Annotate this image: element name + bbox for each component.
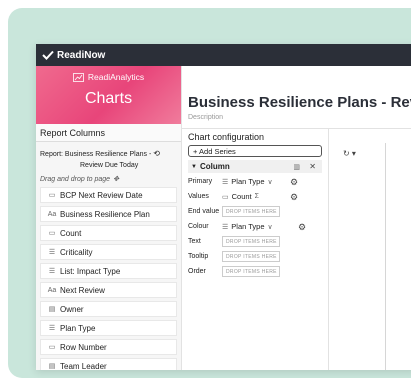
report-column-label: List: Impact Type [60, 266, 121, 276]
report-column-label: Plan Type [60, 323, 96, 333]
list-icon: ☰ [48, 325, 56, 332]
sum-icon[interactable]: Σ [255, 193, 259, 200]
end-value-drop-zone[interactable]: DROP ITEMS HERE [222, 206, 280, 217]
calendar-icon: ▭ [48, 192, 56, 199]
banner-subtitle-text: ReadiAnalytics [87, 72, 145, 82]
series-header[interactable]: ▼ Column ▥ ✕ [188, 160, 322, 173]
collapse-icon[interactable]: ▼ [191, 164, 197, 170]
tooltip-row: Tooltip DROP ITEMS HERE [188, 250, 328, 265]
number-icon: ▭ [48, 230, 56, 237]
list-icon: ☰ [48, 249, 56, 256]
primary-chip[interactable]: ☰ Plan Type ∨ [222, 176, 273, 187]
primary-row: Primary ☰ Plan Type ∨ ⚙ [188, 175, 328, 190]
number-icon: ▭ [222, 193, 229, 201]
tooltip-label: Tooltip [188, 253, 209, 260]
list-icon: ☰ [222, 223, 229, 231]
end-value-row: End value DROP ITEMS HERE [188, 205, 328, 220]
colour-chip[interactable]: ☰ Plan Type ∨ [222, 221, 273, 232]
gear-icon[interactable]: ⚙ [290, 177, 298, 188]
report-column-item[interactable]: Aa Business Resilience Plan [40, 206, 177, 222]
field-list: ▭ BCP Next Review Date Aa Business Resilien… [36, 187, 181, 370]
report-column-item[interactable]: ▤ Team Leader [40, 358, 177, 370]
order-row: Order DROP ITEMS HERE [188, 265, 328, 280]
description-field[interactable]: Description [188, 114, 223, 121]
report-column-item[interactable]: Aa Next Review [40, 282, 177, 298]
report-column-label: Row Number [60, 342, 107, 352]
close-icon[interactable]: ✕ [309, 162, 316, 171]
report-columns-title: Report Columns [36, 124, 181, 142]
checkmark-logo-icon [42, 50, 54, 60]
charts-banner: ReadiAnalytics Charts [36, 66, 181, 124]
chart-config-title: Chart configuration [188, 132, 265, 142]
report-label: Report: Business Resilience Plans - [40, 151, 152, 158]
refresh-icon[interactable]: ⟲ [153, 148, 160, 159]
report-column-label: BCP Next Review Date [60, 190, 143, 200]
redo-dropdown-icon[interactable]: ↻ ▾ [343, 149, 356, 158]
colour-label: Colour [188, 223, 209, 230]
chart-configuration-panel: Chart configuration + Add Series ▼ Colum… [182, 128, 329, 370]
list-icon: ☰ [48, 268, 56, 275]
report-column-label: Team Leader [60, 361, 107, 371]
text-label: Text [188, 238, 201, 245]
tooltip-drop-zone[interactable]: DROP ITEMS HERE [222, 251, 280, 262]
brand-name: ReadiNow [57, 49, 106, 61]
app-window: ReadiNow ReadiAnalytics Charts Report Co… [36, 44, 411, 370]
text-icon: Aa [47, 286, 57, 294]
chevron-down-icon[interactable]: ∨ [268, 223, 273, 231]
primary-label: Primary [188, 178, 213, 185]
report-label-line2: Review Due Today [80, 162, 139, 169]
gear-icon[interactable]: ⚙ [298, 222, 306, 233]
chart-type-icon[interactable]: ▥ [293, 163, 300, 171]
banner-subtitle: ReadiAnalytics [36, 72, 181, 82]
main-area: Business Resilience Plans - Review D Des… [182, 66, 411, 370]
page-title[interactable]: Business Resilience Plans - Review D [188, 94, 411, 111]
end-value-label: End value [188, 208, 220, 215]
text-row: Text DROP ITEMS HERE [188, 235, 328, 250]
primary-value: Plan Type [231, 177, 265, 186]
report-column-label: Next Review [60, 285, 105, 295]
order-label: Order [188, 268, 206, 275]
values-row: Values ▭ Count Σ ⚙ [188, 190, 328, 205]
report-info: Report: Business Resilience Plans - ⟲ Re… [36, 142, 181, 171]
order-drop-zone[interactable]: DROP ITEMS HERE [222, 266, 280, 277]
chevron-down-icon[interactable]: ∨ [268, 178, 273, 186]
gear-icon[interactable]: ⚙ [290, 192, 298, 203]
report-column-item[interactable]: ▤ Owner [40, 301, 177, 317]
report-column-item[interactable]: ▭ Count [40, 225, 177, 241]
analytics-icon [72, 72, 84, 82]
brand-logo[interactable]: ReadiNow [42, 50, 105, 61]
divider [385, 143, 386, 370]
lookup-icon: ▤ [48, 363, 56, 370]
report-column-label: Owner [60, 304, 84, 314]
values-chip[interactable]: ▭ Count Σ [222, 191, 259, 202]
top-bar: ReadiNow [36, 44, 411, 66]
banner-title: Charts [84, 90, 133, 107]
values-label: Values [188, 193, 209, 200]
report-column-item[interactable]: ▭ Row Number [40, 339, 177, 355]
report-column-item[interactable]: ☰ Plan Type [40, 320, 177, 336]
text-icon: Aa [47, 210, 57, 218]
drag-hint: Drag and drop to page ✥ [36, 171, 181, 187]
report-column-label: Criticality [60, 247, 93, 257]
chart-preview-area: ↻ ▾ [329, 128, 411, 370]
report-column-item[interactable]: ▭ BCP Next Review Date [40, 187, 177, 203]
series-name: Column [199, 162, 230, 171]
move-icon: ✥ [113, 176, 119, 183]
report-column-label: Count [60, 228, 82, 238]
drag-hint-text: Drag and drop to page [40, 175, 111, 183]
values-value: Count [231, 192, 252, 201]
text-drop-zone[interactable]: DROP ITEMS HERE [222, 236, 280, 247]
lookup-icon: ▤ [48, 306, 56, 313]
report-column-item[interactable]: ☰ List: Impact Type [40, 263, 177, 279]
colour-value: Plan Type [231, 222, 265, 231]
list-icon: ☰ [222, 178, 229, 186]
colour-row: Colour ☰ Plan Type ∨ ⚙ [188, 220, 328, 235]
number-icon: ▭ [48, 344, 56, 351]
add-series-button[interactable]: + Add Series [188, 145, 322, 157]
report-column-label: Business Resilience Plan [60, 209, 150, 219]
report-column-item[interactable]: ☰ Criticality [40, 244, 177, 260]
left-sidebar: ReadiAnalytics Charts Report Columns Rep… [36, 66, 182, 370]
